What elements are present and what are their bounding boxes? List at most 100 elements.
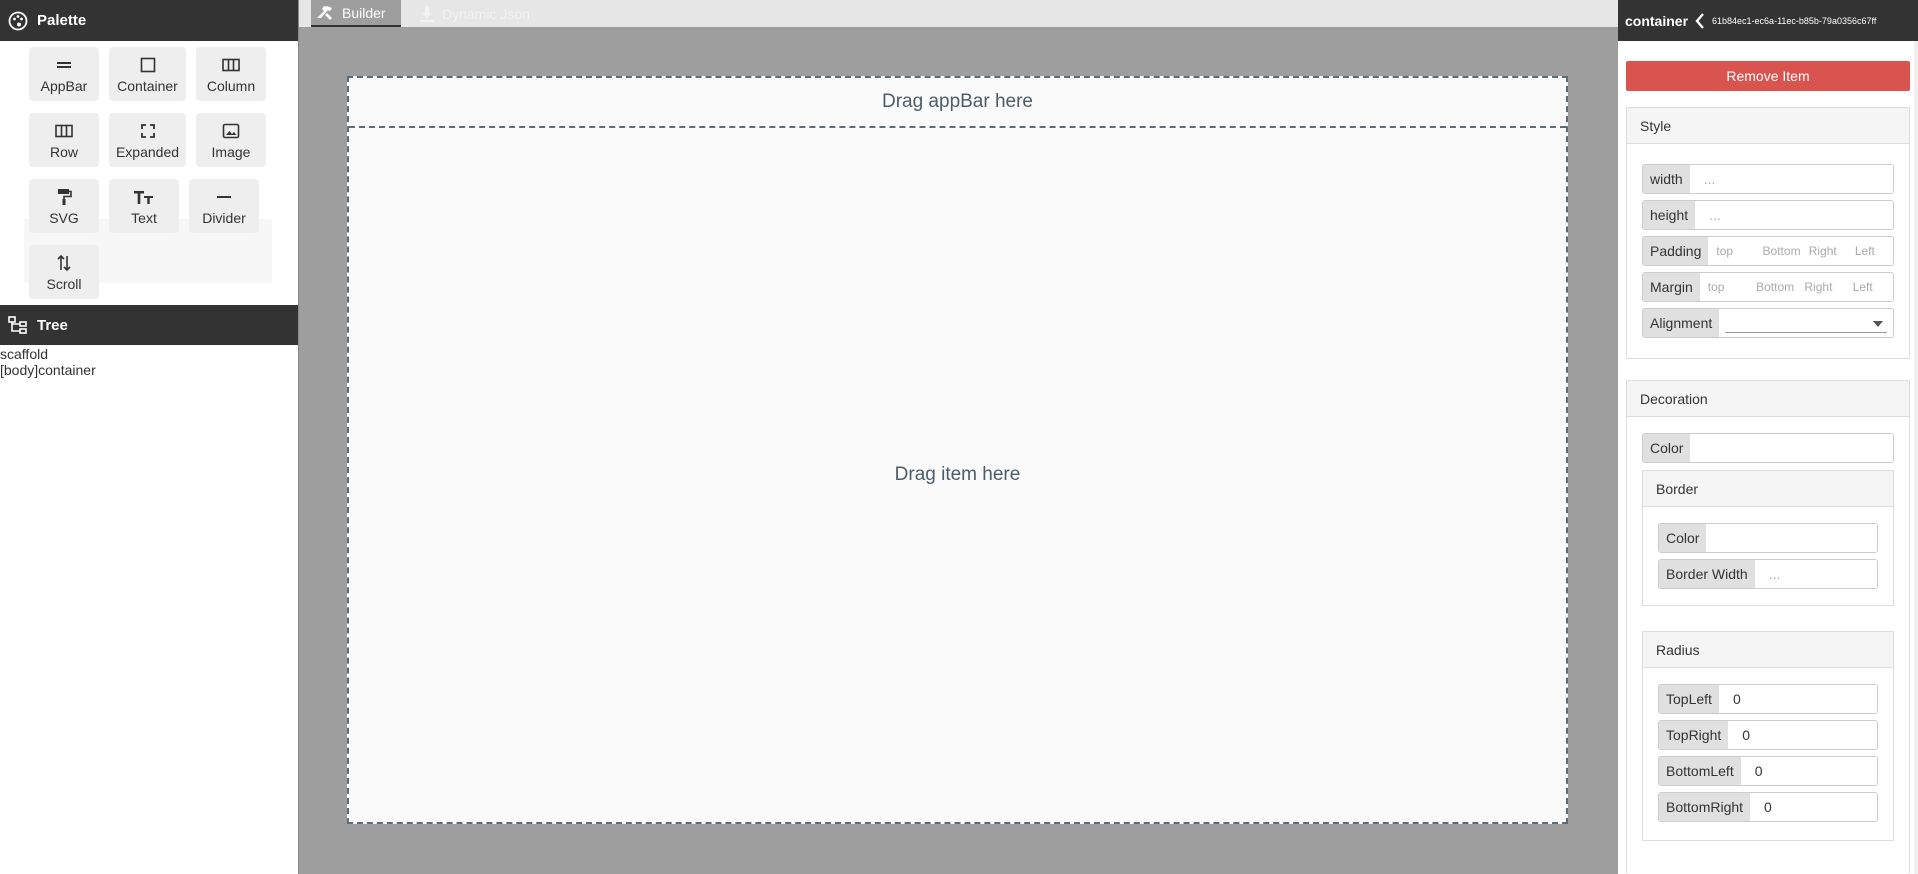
height-input[interactable] bbox=[1695, 201, 1893, 229]
padding-left-input[interactable] bbox=[1846, 244, 1893, 258]
radius-top-right-label: TopRight bbox=[1659, 721, 1729, 749]
margin-bottom-input[interactable] bbox=[1748, 280, 1797, 294]
margin-label: Margin bbox=[1643, 273, 1700, 301]
decoration-section-title: Decoration bbox=[1627, 381, 1909, 417]
alignment-select[interactable] bbox=[1725, 313, 1887, 333]
palette-item-expanded[interactable]: Expanded bbox=[109, 113, 186, 167]
palette-item-svg[interactable]: SVG bbox=[29, 179, 99, 233]
margin-right-input[interactable] bbox=[1796, 280, 1845, 294]
border-width-label: Border Width bbox=[1659, 560, 1755, 588]
radius-bottom-right-label: BottomRight bbox=[1659, 793, 1751, 821]
width-field: width bbox=[1642, 164, 1894, 194]
tree-node-scaffold[interactable]: scaffold bbox=[0, 346, 96, 362]
style-section: Style width height Padding Margin bbox=[1626, 107, 1910, 359]
palette-header: Palette bbox=[0, 0, 298, 41]
scaffold-canvas: Drag appBar here Drag item here bbox=[347, 76, 1568, 824]
radius-top-left-input[interactable] bbox=[1718, 685, 1877, 713]
margin-left-input[interactable] bbox=[1844, 280, 1893, 294]
palette-item-label: SVG bbox=[49, 209, 79, 226]
download-icon bbox=[419, 5, 435, 23]
width-label: width bbox=[1643, 165, 1690, 193]
palette-grid: AppBar Container Column Row Expanded Ima… bbox=[0, 41, 298, 305]
padding-right-input[interactable] bbox=[1800, 244, 1847, 258]
appbar-drop-label: Drag appBar here bbox=[881, 91, 1034, 112]
border-section: Border Color Border Width bbox=[1642, 470, 1894, 606]
body-drop-zone[interactable]: Drag item here bbox=[349, 128, 1566, 822]
padding-top-input[interactable] bbox=[1708, 244, 1755, 258]
height-field: height bbox=[1642, 200, 1894, 230]
width-input[interactable] bbox=[1689, 165, 1893, 193]
appbar-icon bbox=[56, 55, 72, 75]
scroll-icon bbox=[56, 253, 72, 273]
tab-bar: Builder Dynamic Json bbox=[299, 0, 1619, 27]
radius-top-left-label: TopLeft bbox=[1659, 685, 1719, 713]
tab-builder-label: Builder bbox=[342, 4, 386, 21]
row-icon bbox=[55, 121, 73, 141]
radius-bottom-right-field: BottomRight bbox=[1658, 792, 1878, 822]
body-drop-label: Drag item here bbox=[894, 464, 1021, 485]
palette-title: Palette bbox=[37, 12, 87, 29]
column-icon bbox=[222, 55, 240, 75]
palette-item-appbar[interactable]: AppBar bbox=[29, 47, 99, 101]
palette-item-row[interactable]: Row bbox=[29, 113, 99, 167]
border-color-label: Color bbox=[1659, 524, 1707, 552]
palette-item-text[interactable]: Text bbox=[109, 179, 179, 233]
style-section-title: Style bbox=[1627, 108, 1909, 144]
inspector-title: container bbox=[1625, 12, 1689, 29]
palette-item-label: Scroll bbox=[46, 275, 82, 292]
palette-item-label: Expanded bbox=[115, 143, 180, 160]
palette-item-scroll[interactable]: Scroll bbox=[29, 245, 99, 299]
inspector-scrollbar[interactable] bbox=[1914, 41, 1918, 874]
appbar-drop-zone[interactable]: Drag appBar here bbox=[349, 78, 1566, 128]
tools-icon bbox=[315, 4, 335, 22]
palette-item-label: Image bbox=[211, 143, 251, 160]
palette-item-label: AppBar bbox=[40, 77, 88, 94]
radius-section: Radius TopLeft TopRight BottomLeft Botto… bbox=[1642, 631, 1894, 841]
padding-inputs bbox=[1708, 237, 1893, 265]
radius-top-right-input[interactable] bbox=[1728, 721, 1877, 749]
border-color-input[interactable] bbox=[1706, 524, 1877, 552]
palette-item-image[interactable]: Image bbox=[196, 113, 266, 167]
padding-label: Padding bbox=[1643, 237, 1709, 265]
tree-node-body-container[interactable]: [body]container bbox=[0, 362, 96, 378]
margin-field: Margin bbox=[1642, 272, 1894, 302]
radius-bottom-left-input[interactable] bbox=[1740, 757, 1877, 785]
palette-item-column[interactable]: Column bbox=[196, 47, 266, 101]
decoration-color-label: Color bbox=[1643, 434, 1691, 462]
decoration-section: Decoration Color Border Color Border Wid… bbox=[1626, 380, 1910, 874]
radius-section-title: Radius bbox=[1643, 632, 1893, 668]
tree-icon bbox=[7, 314, 29, 336]
palette-item-label: Column bbox=[206, 77, 256, 94]
expanded-icon bbox=[140, 121, 156, 141]
tab-builder[interactable]: Builder bbox=[311, 0, 401, 27]
decoration-color-input[interactable] bbox=[1690, 434, 1893, 462]
palette-item-label: Divider bbox=[202, 209, 246, 226]
palette-item-divider[interactable]: Divider bbox=[189, 179, 259, 233]
image-icon bbox=[222, 121, 240, 141]
radius-bottom-right-input[interactable] bbox=[1750, 793, 1877, 821]
inspector-panel: container 61b84ec1-ec6a-11ec-b85b-79a035… bbox=[1618, 0, 1918, 874]
text-icon bbox=[133, 187, 155, 207]
inspector-header: container 61b84ec1-ec6a-11ec-b85b-79a035… bbox=[1618, 0, 1918, 41]
chevron-left-icon[interactable] bbox=[1694, 12, 1706, 30]
border-color-field: Color bbox=[1658, 523, 1878, 553]
remove-item-button[interactable]: Remove Item bbox=[1626, 61, 1910, 91]
tab-dynamic-json[interactable]: Dynamic Json bbox=[411, 0, 541, 27]
radius-top-right-field: TopRight bbox=[1658, 720, 1878, 750]
border-width-input[interactable] bbox=[1754, 560, 1877, 588]
margin-inputs bbox=[1699, 273, 1893, 301]
tab-dynamic-json-label: Dynamic Json bbox=[442, 5, 530, 22]
radius-bottom-left-label: BottomLeft bbox=[1659, 757, 1741, 785]
border-width-field: Border Width bbox=[1658, 559, 1878, 589]
padding-bottom-input[interactable] bbox=[1754, 244, 1801, 258]
margin-top-input[interactable] bbox=[1699, 280, 1749, 294]
palette-item-container[interactable]: Container bbox=[109, 47, 186, 101]
tree-title: Tree bbox=[37, 316, 68, 334]
palette-item-label: Text bbox=[131, 209, 157, 226]
palette-item-label: Container bbox=[117, 77, 178, 94]
palette-icon bbox=[7, 10, 29, 32]
paint-roller-icon bbox=[56, 187, 72, 207]
tree-header: Tree bbox=[0, 305, 298, 345]
padding-field: Padding bbox=[1642, 236, 1894, 266]
divider-icon bbox=[216, 187, 232, 207]
